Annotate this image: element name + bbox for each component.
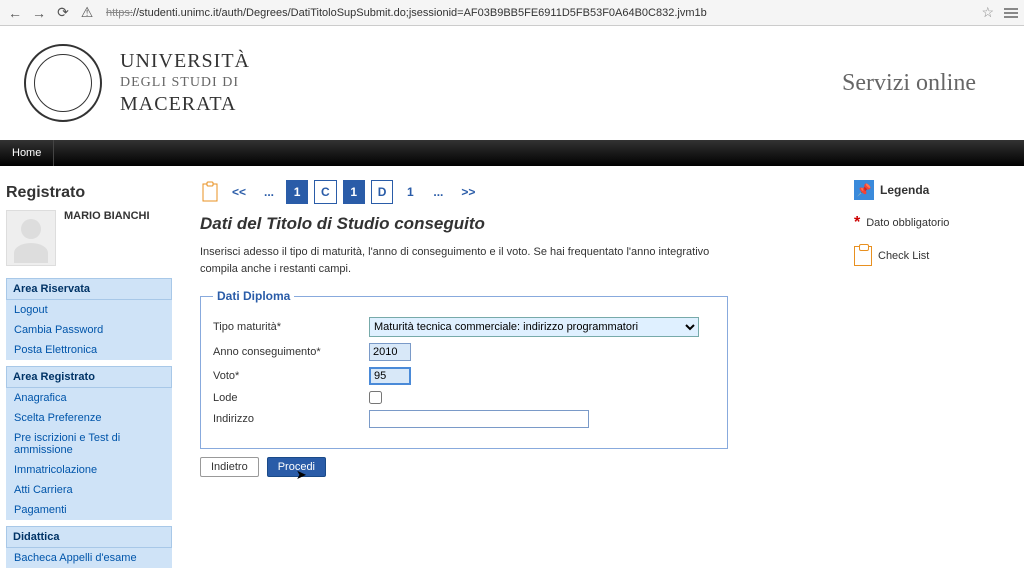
ssl-warning-icon: ⚠ <box>78 4 96 22</box>
bookmark-star-icon[interactable]: ☆ <box>981 4 994 21</box>
legend-required-text: Dato obbligatorio <box>866 217 949 229</box>
legend-required: * Dato obbligatorio <box>854 214 1024 232</box>
sidebar-title: Registrato <box>6 184 172 202</box>
url-rest: //studenti.unimc.it/auth/Degrees/DatiTit… <box>133 7 707 19</box>
diploma-fieldset: Dati Diploma Tipo maturità* Maturità tec… <box>200 289 728 449</box>
sidebar-item-posta[interactable]: Posta Elettronica <box>6 340 172 360</box>
uni-line3: MACERATA <box>120 93 250 116</box>
step-dots2: ... <box>427 180 449 204</box>
label-tipo: Tipo maturità* <box>213 321 369 333</box>
uni-line2: DEGLI STUDI DI <box>120 75 250 91</box>
user-name: MARIO BIANCHI <box>64 210 150 266</box>
label-voto: Voto* <box>213 370 369 382</box>
label-indirizzo: Indirizzo <box>213 413 369 425</box>
address-bar[interactable]: https://studenti.unimc.it/auth/Degrees/D… <box>102 7 975 19</box>
legend-title: 📌 Legenda <box>854 180 1024 200</box>
sidebar-item-logout[interactable]: Logout <box>6 300 172 320</box>
sidebar-item-bacheca[interactable]: Bacheca Appelli d'esame <box>6 548 172 568</box>
forward-nav-icon[interactable]: → <box>30 4 48 22</box>
clipboard-icon <box>200 181 220 203</box>
url-scheme: https: <box>106 7 133 19</box>
step-dots1: ... <box>258 180 280 204</box>
avatar-icon <box>6 210 56 266</box>
top-navbar: Home <box>0 140 1024 166</box>
indietro-button[interactable]: Indietro <box>200 457 259 477</box>
user-block: MARIO BIANCHI <box>6 210 172 266</box>
voto-input[interactable] <box>369 367 411 385</box>
legend-checklist: Check List <box>854 246 1024 266</box>
sidebar: Registrato MARIO BIANCHI Area Riservata … <box>0 176 172 568</box>
sidebar-item-preferenze[interactable]: Scelta Preferenze <box>6 408 172 428</box>
step-1a[interactable]: 1 <box>286 180 308 204</box>
legend-checklist-text: Check List <box>878 250 929 262</box>
indirizzo-input[interactable] <box>369 410 589 428</box>
sidebar-section-riservata[interactable]: Area Riservata <box>6 278 172 300</box>
reload-icon[interactable]: ⟳ <box>54 4 72 22</box>
sidebar-item-preiscrizioni[interactable]: Pre iscrizioni e Test di ammissione <box>6 428 172 460</box>
required-star-icon: * <box>854 214 860 232</box>
hamburger-icon[interactable] <box>1004 8 1018 18</box>
cursor-icon: ➤ <box>296 467 307 483</box>
sidebar-item-atti[interactable]: Atti Carriera <box>6 480 172 500</box>
page-title: Dati del Titolo di Studio conseguito <box>200 214 824 234</box>
nav-home[interactable]: Home <box>0 140 54 166</box>
back-nav-icon[interactable]: ← <box>6 4 24 22</box>
sidebar-section-registrato[interactable]: Area Registrato <box>6 366 172 388</box>
legend-title-text: Legenda <box>880 183 929 197</box>
site-header: UNIVERSITÀ DEGLI STUDI DI MACERATA Servi… <box>0 26 1024 140</box>
uni-line1: UNIVERSITÀ <box>120 50 250 73</box>
tipo-maturita-select[interactable]: Maturità tecnica commerciale: indirizzo … <box>369 317 699 337</box>
sidebar-item-pagamenti[interactable]: Pagamenti <box>6 500 172 520</box>
step-prev[interactable]: << <box>226 180 252 204</box>
sidebar-item-cambia-password[interactable]: Cambia Password <box>6 320 172 340</box>
servizi-online-label: Servizi online <box>842 70 976 97</box>
anno-input[interactable] <box>369 343 411 361</box>
pin-icon: 📌 <box>854 180 874 200</box>
label-lode: Lode <box>213 392 369 404</box>
page-intro: Inserisci adesso il tipo di maturità, l'… <box>200 244 720 277</box>
sidebar-item-immatricolazione[interactable]: Immatricolazione <box>6 460 172 480</box>
procedi-button[interactable]: Procedi ➤ <box>267 457 326 477</box>
sidebar-item-anagrafica[interactable]: Anagrafica <box>6 388 172 408</box>
legend-panel: 📌 Legenda * Dato obbligatorio Check List <box>844 176 1024 568</box>
step-1b[interactable]: 1 <box>343 180 365 204</box>
main-content: << ... 1 C 1 D 1 ... >> Dati del Titolo … <box>172 176 844 568</box>
sidebar-section-didattica[interactable]: Didattica <box>6 526 172 548</box>
step-C[interactable]: C <box>314 180 337 204</box>
fieldset-legend: Dati Diploma <box>213 289 294 303</box>
step-1c[interactable]: 1 <box>399 180 421 204</box>
browser-toolbar: ← → ⟳ ⚠ https://studenti.unimc.it/auth/D… <box>0 0 1024 26</box>
checklist-icon <box>854 246 872 266</box>
wizard-steps: << ... 1 C 1 D 1 ... >> <box>200 180 824 204</box>
step-next[interactable]: >> <box>455 180 481 204</box>
university-title: UNIVERSITÀ DEGLI STUDI DI MACERATA <box>120 50 250 116</box>
label-anno: Anno conseguimento* <box>213 346 369 358</box>
step-D[interactable]: D <box>371 180 394 204</box>
lode-checkbox[interactable] <box>369 391 382 404</box>
university-seal-icon <box>24 44 102 122</box>
